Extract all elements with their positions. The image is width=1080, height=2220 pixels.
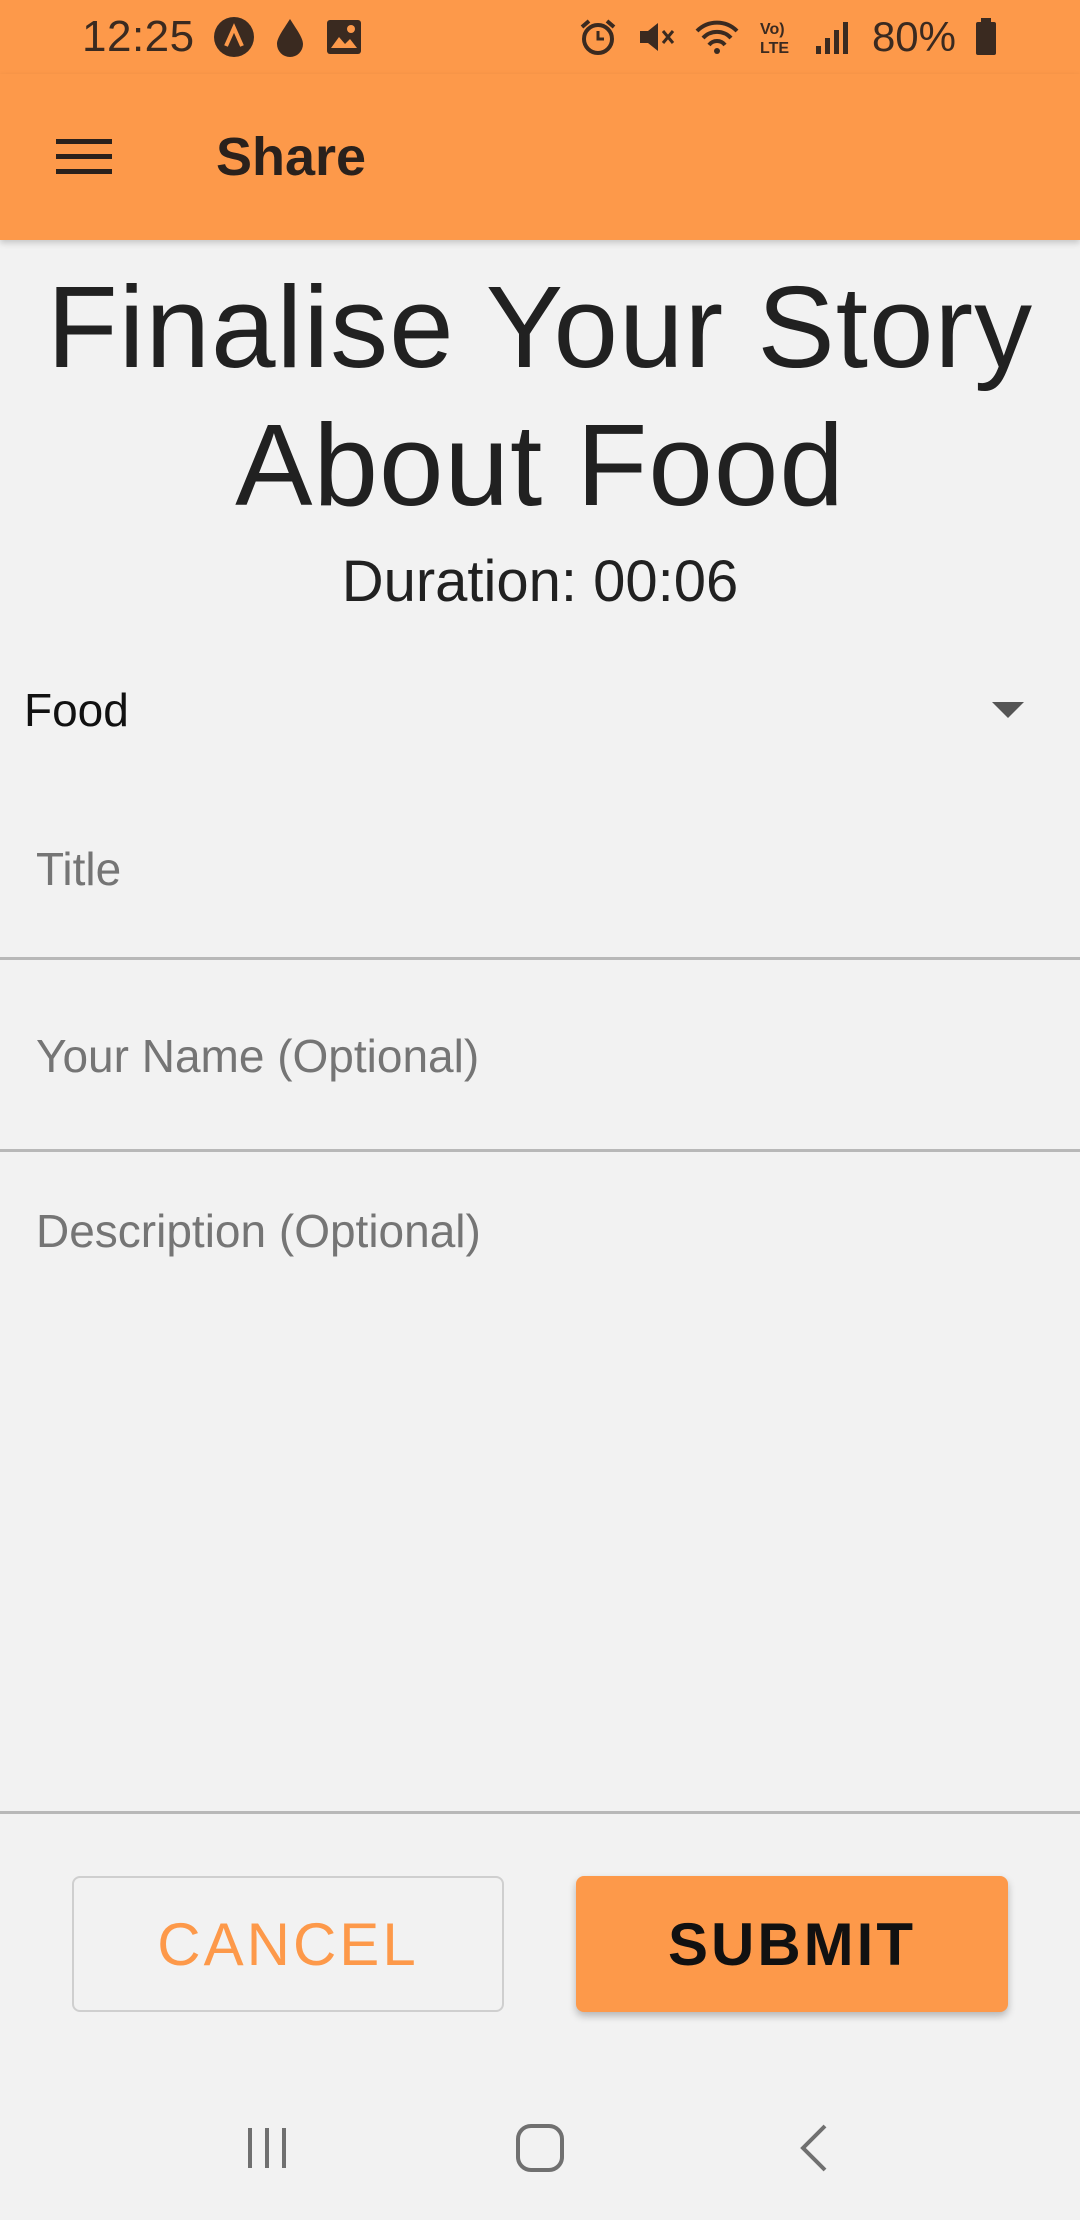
signal-icon [814,18,850,56]
app-bar: Share [0,74,1080,240]
page-title-line-2: About Food [235,400,845,530]
back-icon [800,2124,827,2172]
home-button[interactable] [480,2098,600,2198]
image-icon [325,18,363,56]
back-button[interactable] [753,2098,873,2198]
battery-icon [974,17,998,57]
page-title-line-1: Finalise Your Story [46,262,1034,392]
mute-icon [636,17,676,57]
menu-button[interactable] [42,115,126,199]
drop-icon [273,16,307,58]
duration-label: Duration: 00:06 [341,549,739,614]
volte-icon: Vo) LTE [758,17,796,57]
battery-percentage: 80% [871,13,956,60]
app-title: Share [216,127,367,187]
description-underline [0,1811,1080,1814]
svg-text:Vo): Vo) [760,21,785,38]
cancel-button[interactable]: CANCEL [72,1876,504,2012]
status-time: 12:25 [82,12,195,61]
status-bar: 12:25 Vo) LTE 80% [0,0,1080,74]
dropdown-arrow-icon [992,702,1024,718]
title-input[interactable] [0,778,1080,960]
title-field-container [0,778,1080,960]
wifi-icon [694,17,740,57]
status-right: Vo) LTE 80% [578,13,998,61]
home-icon [515,2124,564,2172]
recent-apps-button[interactable] [207,2098,327,2198]
assistant-icon [213,16,255,58]
category-selected-value: Food [24,684,129,736]
name-input[interactable] [0,960,1080,1152]
description-input[interactable] [0,1152,1080,1814]
status-left: 12:25 [82,12,363,62]
description-field-container [0,1152,1080,1814]
navigation-bar [0,2076,1080,2220]
recent-apps-icon [247,2128,286,2168]
submit-button[interactable]: SUBMIT [576,1876,1008,2012]
name-field-container [0,960,1080,1152]
page-title: Finalise Your Story About Food [0,258,1080,534]
menu-icon [56,139,112,174]
alarm-icon [578,17,618,57]
svg-text:LTE: LTE [760,40,789,57]
screen: 12:25 Vo) LTE 80% Share Finalise Your St… [0,0,1080,2220]
category-dropdown[interactable]: Food [0,650,1080,770]
